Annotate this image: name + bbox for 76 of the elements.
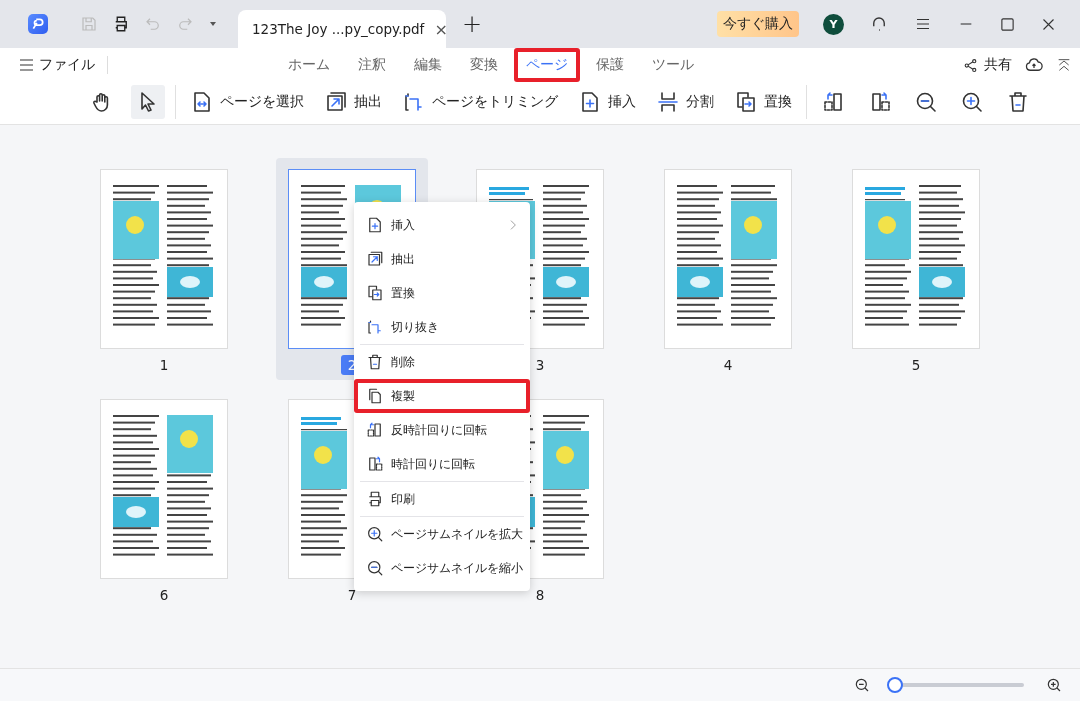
menu-item-label: 反時計回りに回転 xyxy=(391,422,487,438)
toolbar-button[interactable]: ページをトリミング xyxy=(398,85,562,119)
maximize-icon[interactable] xyxy=(1000,16,1015,32)
tool-button[interactable] xyxy=(131,85,165,119)
split-icon xyxy=(656,90,680,114)
menu-item-label: 削除 xyxy=(391,354,415,370)
page-thumbnail-tile[interactable]: 6 xyxy=(88,388,240,610)
menu-item-label: 印刷 xyxy=(391,491,415,507)
page-number: 5 xyxy=(910,356,922,375)
delete-icon xyxy=(366,353,384,371)
toolbar-button[interactable]: 挿入 xyxy=(574,85,640,119)
zoom-in-icon xyxy=(960,90,984,114)
menu-icon xyxy=(20,59,33,71)
zoom-out-icon[interactable] xyxy=(854,677,870,693)
new-tab-button[interactable]: + xyxy=(460,10,484,38)
menu-item-label: 置換 xyxy=(391,285,415,301)
menu-item[interactable]: 複製 xyxy=(354,379,530,413)
ribbon-tab[interactable]: 変換 xyxy=(458,48,510,82)
file-menu-button[interactable]: ファイル xyxy=(20,56,95,74)
ribbon-tab[interactable]: ツール xyxy=(640,48,706,82)
zoom-out-icon xyxy=(914,90,938,114)
toolbar-button[interactable]: 抽出 xyxy=(320,85,386,119)
toolbar-button[interactable]: ページを選択 xyxy=(186,85,308,119)
menu-item-label: ページサムネイルを縮小 xyxy=(391,560,523,576)
menu-item[interactable]: ページサムネイルを拡大 xyxy=(354,517,530,551)
replace-icon xyxy=(366,284,384,302)
document-title: 123The Joy ...py_copy.pdf xyxy=(252,21,425,37)
page-thumbnail-tile[interactable]: 5 xyxy=(840,158,992,380)
page-number: 4 xyxy=(722,356,734,375)
ribbon-tab[interactable]: 保護 xyxy=(584,48,636,82)
ribbon-tab[interactable]: 注釈 xyxy=(346,48,398,82)
menu-item-label: 複製 xyxy=(391,388,415,404)
share-button[interactable]: 共有 xyxy=(963,56,1012,74)
menu-item-label: 抽出 xyxy=(391,251,415,267)
extract-icon xyxy=(366,250,384,268)
close-tab-button[interactable]: × xyxy=(434,19,448,39)
print-icon xyxy=(366,490,384,508)
rotate-left-icon xyxy=(366,421,384,439)
app-logo[interactable] xyxy=(28,14,48,34)
menu-item[interactable]: 時計回りに回転 xyxy=(354,447,530,481)
page-thumbnail-tile[interactable]: 1 xyxy=(88,158,240,380)
menu-item-label: ページサムネイルを拡大 xyxy=(391,526,523,542)
menu-item-label: 時計回りに回転 xyxy=(391,456,475,472)
delete-icon xyxy=(1006,90,1030,114)
buy-now-button[interactable]: 今すぐ購入 xyxy=(717,11,799,37)
toolbar-button[interactable]: 置換 xyxy=(730,85,796,119)
document-tab[interactable]: 123The Joy ...py_copy.pdf × xyxy=(238,10,446,48)
close-icon[interactable] xyxy=(1041,16,1056,32)
page-number: 6 xyxy=(158,586,170,605)
page-number: 1 xyxy=(158,356,170,375)
slider-thumb[interactable] xyxy=(886,677,903,693)
collapse-icon[interactable] xyxy=(1056,57,1072,73)
cloud-upload-icon[interactable] xyxy=(1024,56,1044,74)
user-avatar[interactable]: Y xyxy=(823,13,844,35)
page-number: 3 xyxy=(534,356,546,375)
share-icon xyxy=(963,57,978,73)
page-thumbnail-tile[interactable]: 4 xyxy=(652,158,804,380)
zoom-in-icon[interactable] xyxy=(1046,677,1062,693)
menu-item[interactable]: 反時計回りに回転 xyxy=(354,413,530,447)
rotate-right-icon xyxy=(366,455,384,473)
menu-item-label: 挿入 xyxy=(391,217,415,233)
page-number: 8 xyxy=(534,586,546,605)
replace-icon xyxy=(734,90,758,114)
toolbar-button[interactable]: 分割 xyxy=(652,85,718,119)
crop-icon xyxy=(366,318,384,336)
menu-item[interactable]: 印刷 xyxy=(354,482,530,516)
extract-icon xyxy=(324,90,348,114)
ribbon-tab[interactable]: ページ xyxy=(514,48,580,82)
zoom-in-icon xyxy=(366,525,384,543)
insert-page-icon xyxy=(366,216,384,234)
page-number: 7 xyxy=(346,586,358,605)
menu-item[interactable]: ページサムネイルを縮小 xyxy=(354,551,530,585)
ribbon-tab[interactable]: 編集 xyxy=(402,48,454,82)
ribbon-tab[interactable]: ホーム xyxy=(276,48,342,82)
duplicate-icon xyxy=(366,387,384,405)
zoom-out-icon xyxy=(366,559,384,577)
